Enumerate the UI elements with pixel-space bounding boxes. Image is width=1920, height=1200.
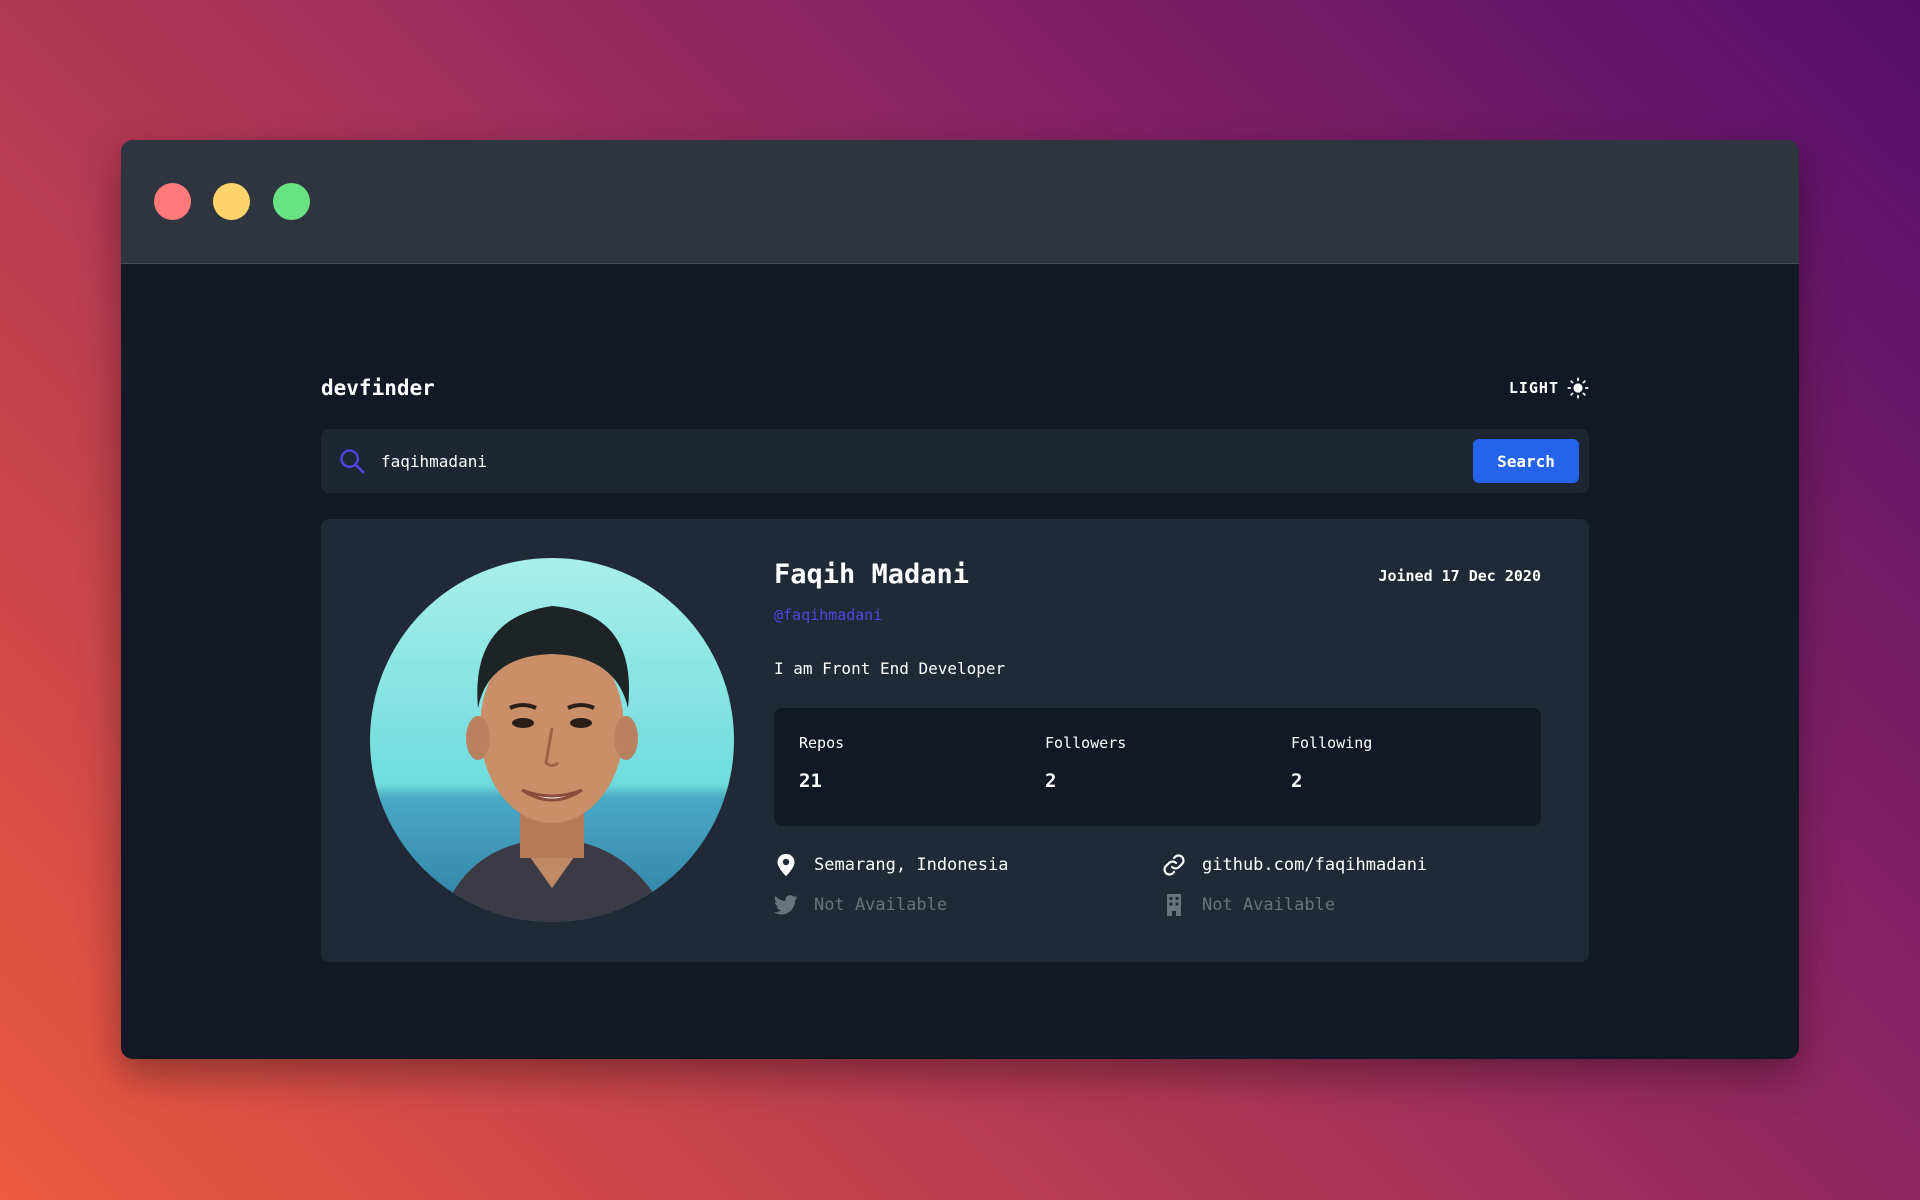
stat-value: 2 — [1045, 770, 1057, 792]
location-pin-icon — [774, 853, 798, 877]
profile-handle-link[interactable]: @faqihmadani — [774, 606, 1541, 624]
stat-value: 21 — [799, 770, 822, 792]
theme-toggle-label: LIGHT — [1508, 379, 1559, 397]
joined-date: Joined 17 Dec 2020 — [1378, 567, 1541, 585]
search-input[interactable] — [379, 440, 1473, 482]
twitter-text: Not Available — [814, 895, 948, 915]
stat-following: Following 2 — [1266, 708, 1512, 826]
stat-label: Followers — [1045, 734, 1127, 752]
website-link[interactable]: github.com/faqihmadani — [1162, 852, 1550, 878]
devfinder-app: devfinder LIGHT faqihmadani Search Faqih… — [321, 367, 1589, 962]
app-logo: devfinder — [321, 376, 435, 400]
close-window-button[interactable] — [154, 183, 191, 220]
browser-window: devfinder LIGHT faqihmadani Search Faqih… — [121, 140, 1799, 1059]
stat-value: 2 — [1291, 770, 1303, 792]
search-icon — [337, 446, 367, 476]
search-button[interactable]: Search — [1473, 439, 1579, 483]
website-text: github.com/faqihmadani — [1202, 855, 1428, 875]
app-header: devfinder LIGHT — [321, 367, 1589, 409]
location-item: Semarang, Indonesia — [774, 852, 1162, 878]
minimize-window-button[interactable] — [213, 183, 250, 220]
profile-name-row: Faqih Madani Joined 17 Dec 2020 — [774, 559, 1541, 590]
profile-links: Semarang, Indonesia github.com/faqihmada… — [774, 852, 1541, 918]
company-item: Not Available — [1162, 892, 1550, 918]
profile-bio: I am Front End Developer — [774, 659, 1006, 678]
maximize-window-button[interactable] — [273, 183, 310, 220]
stat-label: Following — [1291, 734, 1373, 752]
sun-icon — [1567, 377, 1589, 399]
stat-repos: Repos 21 — [774, 708, 1020, 826]
profile-card: Faqih Madani Joined 17 Dec 2020 @faqihma… — [321, 519, 1589, 962]
avatar — [370, 558, 734, 922]
stats-panel: Repos 21 Followers 2 Following 2 — [774, 708, 1541, 826]
location-text: Semarang, Indonesia — [814, 855, 1009, 875]
profile-name: Faqih Madani — [774, 559, 970, 590]
stat-followers: Followers 2 — [1020, 708, 1266, 826]
profile-info: Faqih Madani Joined 17 Dec 2020 @faqihma… — [774, 559, 1541, 918]
twitter-icon — [774, 893, 798, 917]
theme-toggle-button[interactable]: LIGHT — [1509, 377, 1589, 399]
link-icon — [1162, 853, 1186, 877]
twitter-item: Not Available — [774, 892, 1162, 918]
search-bar: Search — [321, 429, 1589, 493]
building-icon — [1162, 893, 1186, 917]
company-text: Not Available — [1202, 895, 1336, 915]
window-titlebar — [121, 140, 1799, 264]
stat-label: Repos — [799, 734, 845, 752]
